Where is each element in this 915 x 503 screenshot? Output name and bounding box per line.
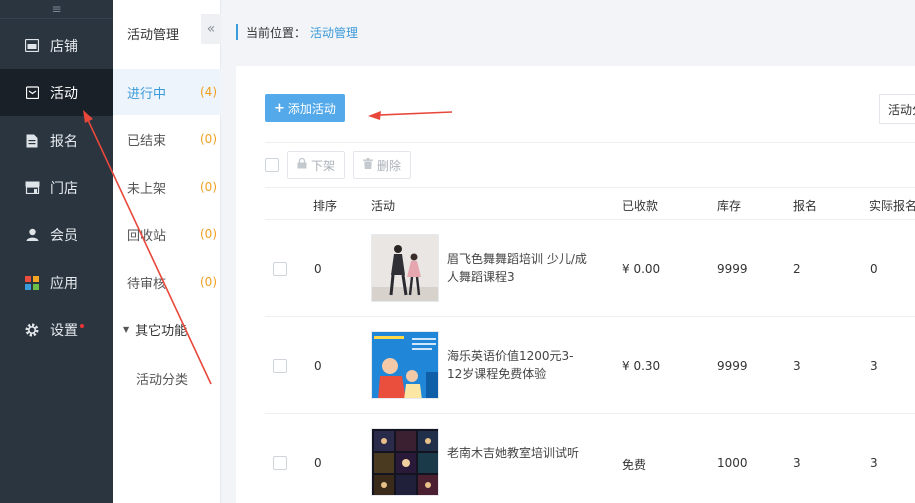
row-checkbox[interactable] xyxy=(273,262,287,276)
subnav-item-pending[interactable]: 待审核 (0) xyxy=(113,259,221,305)
nav-item-signup[interactable]: 报名 xyxy=(0,117,113,164)
collapse-button[interactable]: « xyxy=(201,14,221,44)
col-received: 已收款 xyxy=(622,199,659,213)
member-icon xyxy=(24,227,40,243)
signups-value: 3 xyxy=(793,456,801,470)
received-value: ¥ 0.00 xyxy=(622,262,661,276)
subnav-title: 活动管理 xyxy=(127,28,180,43)
activity-icon xyxy=(24,85,40,101)
main-nav: ≡ 店铺 活动 报名 门店 会员 应用 设置 xyxy=(0,0,113,503)
caret-down-icon: ▼ xyxy=(123,325,130,334)
order-value: 0 xyxy=(314,359,322,373)
nav-toggle[interactable]: ≡ xyxy=(0,0,113,19)
activity-thumbnail[interactable] xyxy=(371,234,439,302)
plus-icon: + xyxy=(274,100,285,116)
count-badge: (0) xyxy=(200,180,217,194)
subnav-item-ended[interactable]: 已结束 (0) xyxy=(113,116,221,162)
signups-value: 3 xyxy=(793,359,801,373)
bulk-toolbar: 下架 删除 xyxy=(265,150,412,180)
activity-filter-select[interactable]: 活动分 xyxy=(879,94,915,124)
order-value: 0 xyxy=(314,456,322,470)
stock-value: 9999 xyxy=(717,262,748,276)
nav-item-store[interactable]: 店铺 xyxy=(0,22,113,69)
signup-icon xyxy=(24,133,40,149)
col-actual-signups: 实际报名 xyxy=(869,199,915,213)
actual-signups-value: 3 xyxy=(870,359,878,373)
signups-value: 2 xyxy=(793,262,801,276)
lock-icon xyxy=(297,157,307,172)
actual-signups-value: 3 xyxy=(870,456,878,470)
actual-signups-value: 0 xyxy=(870,262,878,276)
activity-title[interactable]: 老南木吉她教室培训试听 xyxy=(447,444,587,462)
col-activity: 活动 xyxy=(371,199,396,213)
subnav-item-category[interactable]: 活动分类 xyxy=(136,369,188,388)
settings-icon xyxy=(24,322,40,338)
add-activity-button[interactable]: + 添加活动 xyxy=(265,94,345,122)
subnav-group-other[interactable]: ▼ 其它功能 xyxy=(123,320,187,339)
table-header: 排序 活动 已收款 库存 报名 实际报名 xyxy=(265,188,915,220)
subnav-item-unlisted[interactable]: 未上架 (0) xyxy=(113,164,221,210)
double-chevron-left-icon: « xyxy=(206,21,216,37)
select-all-checkbox[interactable] xyxy=(265,158,279,172)
breadcrumb: 当前位置： 活动管理 xyxy=(236,24,358,40)
nav-item-shop[interactable]: 门店 xyxy=(0,164,113,211)
count-badge: (4) xyxy=(200,85,217,99)
menu-toggle-icon: ≡ xyxy=(51,2,62,16)
table-row: 0 海乐英语价值1200元3-12岁课程免费体验 ¥ 0.30 9999 3 3 xyxy=(265,317,915,414)
delete-button[interactable]: 删除 xyxy=(353,151,412,179)
apps-icon xyxy=(24,275,40,291)
col-signups: 报名 xyxy=(793,199,818,213)
nav-item-apps[interactable]: 应用 xyxy=(0,259,113,306)
nav-item-activity[interactable]: 活动 xyxy=(0,69,113,116)
col-order[interactable]: 排序 xyxy=(313,197,337,214)
sub-nav: 活动管理 « 进行中 (4) 已结束 (0) 未上架 (0) 回收站 (0) 待… xyxy=(113,0,221,503)
subnav-item-ongoing[interactable]: 进行中 (4) xyxy=(113,69,221,115)
nav-item-settings[interactable]: 设置 xyxy=(0,306,113,353)
table-row: 0 老南木吉她教室培训试听 免费 1000 3 3 xyxy=(265,414,915,503)
activity-title[interactable]: 眉飞色舞舞蹈培训 少儿/成人舞蹈课程3 xyxy=(447,250,587,286)
stock-value: 9999 xyxy=(717,359,748,373)
received-value: ¥ 0.30 xyxy=(622,359,661,373)
main-panel: + 添加活动 活动分 下架 删除 排序 活动 已收款 库存 报名 实际报名 0 xyxy=(236,66,915,503)
count-badge: (0) xyxy=(200,275,217,289)
received-value: 免费 xyxy=(622,458,647,472)
activity-thumbnail[interactable] xyxy=(371,428,439,496)
count-badge: (0) xyxy=(200,132,217,146)
order-value: 0 xyxy=(314,262,322,276)
shop-icon xyxy=(24,180,40,196)
notification-dot xyxy=(80,323,84,328)
trash-icon xyxy=(363,158,374,172)
row-checkbox[interactable] xyxy=(273,359,287,373)
breadcrumb-current[interactable]: 活动管理 xyxy=(310,24,358,41)
store-icon xyxy=(24,38,40,54)
stock-value: 1000 xyxy=(717,456,748,470)
count-badge: (0) xyxy=(200,227,217,241)
subnav-item-recycle[interactable]: 回收站 (0) xyxy=(113,211,221,257)
divider xyxy=(265,142,915,143)
col-stock: 库存 xyxy=(717,199,742,213)
activity-thumbnail[interactable] xyxy=(371,331,439,399)
row-checkbox[interactable] xyxy=(273,456,287,470)
nav-item-member[interactable]: 会员 xyxy=(0,211,113,258)
activity-title[interactable]: 海乐英语价值1200元3-12岁课程免费体验 xyxy=(447,347,587,383)
off-shelf-button[interactable]: 下架 xyxy=(287,151,346,179)
table-row: 0 眉飞色舞舞蹈培训 少儿/成人舞蹈课程3 ¥ 0.00 9999 2 0 xyxy=(265,220,915,317)
